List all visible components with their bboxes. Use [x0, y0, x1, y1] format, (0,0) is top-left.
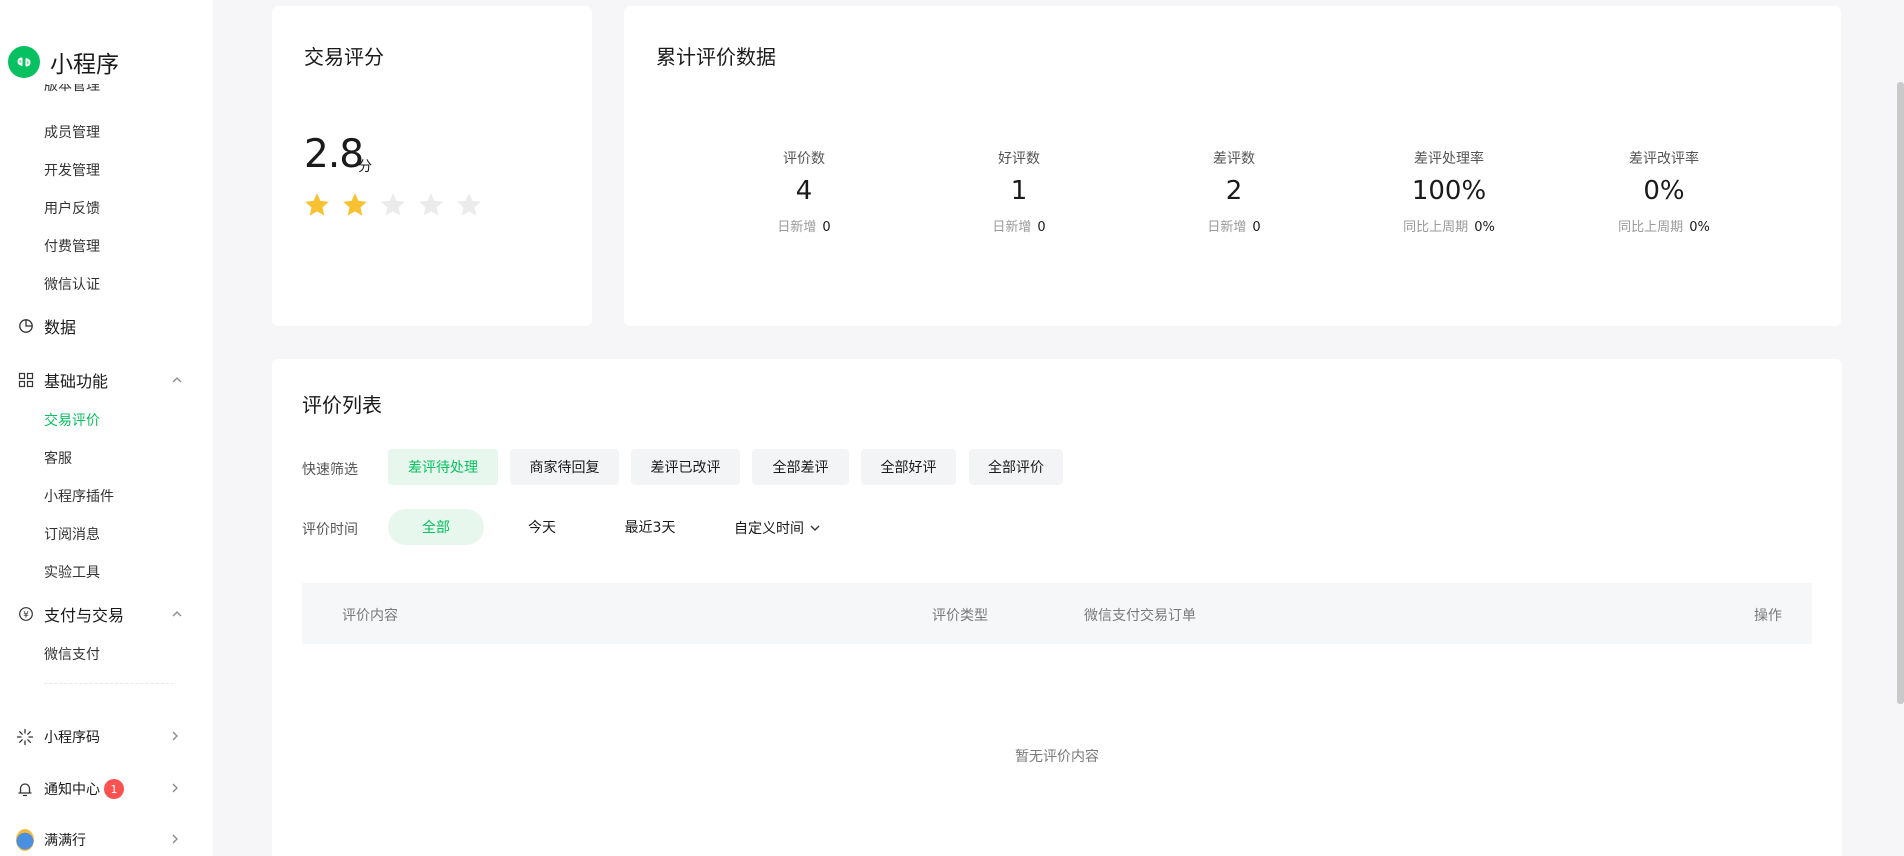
star-empty-icon — [381, 193, 405, 216]
stat-label: 评价数 — [783, 151, 825, 167]
score-value: 2.8 — [304, 132, 364, 177]
bell-icon — [16, 780, 34, 798]
time-filter-last-3-days[interactable]: 最近3天 — [600, 509, 700, 545]
time-filter-all[interactable]: 全部 — [388, 509, 484, 545]
account-name: 满满行 — [44, 833, 86, 849]
sidebar-item-billing[interactable]: 付费管理 — [44, 236, 100, 256]
stat-label: 差评处理率 — [1414, 151, 1484, 167]
filter-all-positive[interactable]: 全部好评 — [861, 449, 956, 485]
sidebar-footer-account[interactable]: 满满行 — [16, 829, 182, 851]
stats-card-title: 累计评价数据 — [656, 45, 776, 69]
sidebar-group-data[interactable]: 数据 — [18, 314, 184, 338]
star-empty-icon — [419, 193, 443, 216]
stats-card: 累计评价数据 评价数 4 日新增 0 好评数 1 日新增 0 差评数 2 日新增 0 … — [624, 6, 1841, 326]
mini-program-logo-icon — [8, 46, 40, 78]
sidebar-item-version[interactable]: 版本管理 — [44, 84, 124, 96]
footer-label: 小程序码 — [44, 730, 100, 746]
filter-awaiting-reply[interactable]: 商家待回复 — [510, 449, 619, 485]
stat-sub: 日新增 0 — [777, 220, 831, 235]
sidebar-item-wechat-verify[interactable]: 微信认证 — [44, 274, 100, 294]
stat-label: 差评改评率 — [1629, 151, 1699, 167]
column-type: 评价类型 — [932, 608, 988, 624]
stat-negative-count: 差评数 2 日新增 0 — [1154, 148, 1314, 235]
reviews-title: 评价列表 — [302, 393, 382, 417]
quick-filter-label: 快速筛选 — [302, 462, 358, 478]
page-scrollbar[interactable] — [1897, 82, 1904, 704]
star-empty-icon — [457, 193, 481, 216]
star-rating — [302, 190, 492, 220]
sidebar-group-basic[interactable]: 基础功能 — [18, 368, 184, 392]
sidebar: 小程序 版本管理 成员管理 开发管理 用户反馈 付费管理 微信认证 数据 基础功… — [0, 0, 213, 856]
filter-all-negative[interactable]: 全部差评 — [752, 449, 849, 485]
stat-value: 2 — [1225, 176, 1243, 206]
time-filter-today[interactable]: 今天 — [492, 509, 592, 545]
sidebar-group-payments[interactable]: ¥ 支付与交易 — [18, 602, 184, 626]
chevron-up-icon — [170, 607, 184, 621]
brand[interactable]: 小程序 — [8, 45, 119, 79]
stat-negative-changed-rate: 差评改评率 0% 同比上周期 0% — [1584, 148, 1744, 235]
yen-circle-icon: ¥ — [18, 606, 34, 622]
stat-value: 100% — [1411, 176, 1487, 206]
sidebar-group-label: 支付与交易 — [44, 606, 125, 625]
sidebar-group-label: 数据 — [44, 318, 77, 337]
sidebar-item-customer-service[interactable]: 客服 — [44, 448, 72, 468]
chevron-right-icon — [168, 780, 182, 799]
star-filled-icon — [305, 193, 329, 216]
custom-time-dropdown[interactable]: 自定义时间 — [734, 518, 822, 538]
sidebar-item-subscriptions[interactable]: 订阅消息 — [44, 524, 100, 544]
stat-sub: 日新增 0 — [1207, 220, 1261, 235]
grid-icon — [18, 372, 34, 388]
sidebar-group-label: 基础功能 — [44, 372, 109, 391]
sidebar-item-members[interactable]: 成员管理 — [44, 122, 100, 142]
stat-sub: 日新增 0 — [992, 220, 1046, 235]
filter-negative-changed[interactable]: 差评已改评 — [631, 449, 740, 485]
brand-name: 小程序 — [50, 52, 119, 78]
stat-positive-count: 好评数 1 日新增 0 — [939, 148, 1099, 235]
qrcode-icon — [16, 728, 34, 746]
sidebar-footer-notices[interactable]: 通知中心 1 — [16, 779, 182, 799]
pie-chart-icon — [18, 318, 34, 334]
stat-value: 0% — [1643, 176, 1685, 206]
filter-negative-pending[interactable]: 差评待处理 — [388, 449, 498, 485]
chevron-up-icon — [170, 373, 184, 387]
star-filled-icon — [343, 193, 367, 216]
stat-review-count: 评价数 4 日新增 0 — [724, 148, 884, 235]
column-actions: 操作 — [1754, 608, 1782, 624]
score-unit: 分 — [358, 159, 372, 175]
empty-state-text: 暂无评价内容 — [1015, 749, 1099, 765]
stat-sub: 同比上周期 0% — [1618, 220, 1710, 235]
filter-all-reviews[interactable]: 全部评价 — [969, 449, 1063, 485]
sidebar-item-trade-reviews[interactable]: 交易评价 — [44, 410, 100, 430]
stat-label: 差评数 — [1213, 151, 1255, 167]
sidebar-divider — [44, 683, 174, 685]
avatar — [16, 829, 34, 851]
stat-value: 1 — [1010, 176, 1028, 206]
stat-label: 好评数 — [998, 151, 1040, 167]
svg-text:¥: ¥ — [23, 611, 29, 621]
sidebar-footer-qrcode[interactable]: 小程序码 — [16, 727, 182, 747]
sidebar-item-development[interactable]: 开发管理 — [44, 160, 100, 180]
score-card-title: 交易评分 — [304, 45, 384, 69]
score-card: 交易评分 2.8 分 — [272, 6, 592, 326]
footer-label: 通知中心 — [44, 782, 100, 798]
stat-sub: 同比上周期 0% — [1403, 220, 1495, 235]
reviews-card: 评价列表 快速筛选 差评待处理 商家待回复 差评已改评 全部差评 全部好评 全部… — [272, 359, 1842, 856]
chevron-right-icon — [168, 728, 182, 747]
column-order: 微信支付交易订单 — [1084, 608, 1196, 624]
sidebar-item-feedback[interactable]: 用户反馈 — [44, 198, 100, 218]
stat-negative-handled-rate: 差评处理率 100% 同比上周期 0% — [1369, 148, 1529, 235]
notification-badge: 1 — [104, 779, 124, 799]
sidebar-item-wechat-pay[interactable]: 微信支付 — [44, 644, 100, 664]
chevron-down-icon — [808, 521, 822, 535]
table-header: 评价内容 评价类型 微信支付交易订单 操作 — [302, 583, 1812, 644]
column-content: 评价内容 — [342, 608, 398, 624]
sidebar-item-plugins[interactable]: 小程序插件 — [44, 486, 114, 506]
chevron-right-icon — [168, 831, 182, 850]
sidebar-item-experiments[interactable]: 实验工具 — [44, 562, 100, 582]
time-filter-label: 评价时间 — [302, 522, 358, 538]
stat-value: 4 — [795, 176, 813, 206]
